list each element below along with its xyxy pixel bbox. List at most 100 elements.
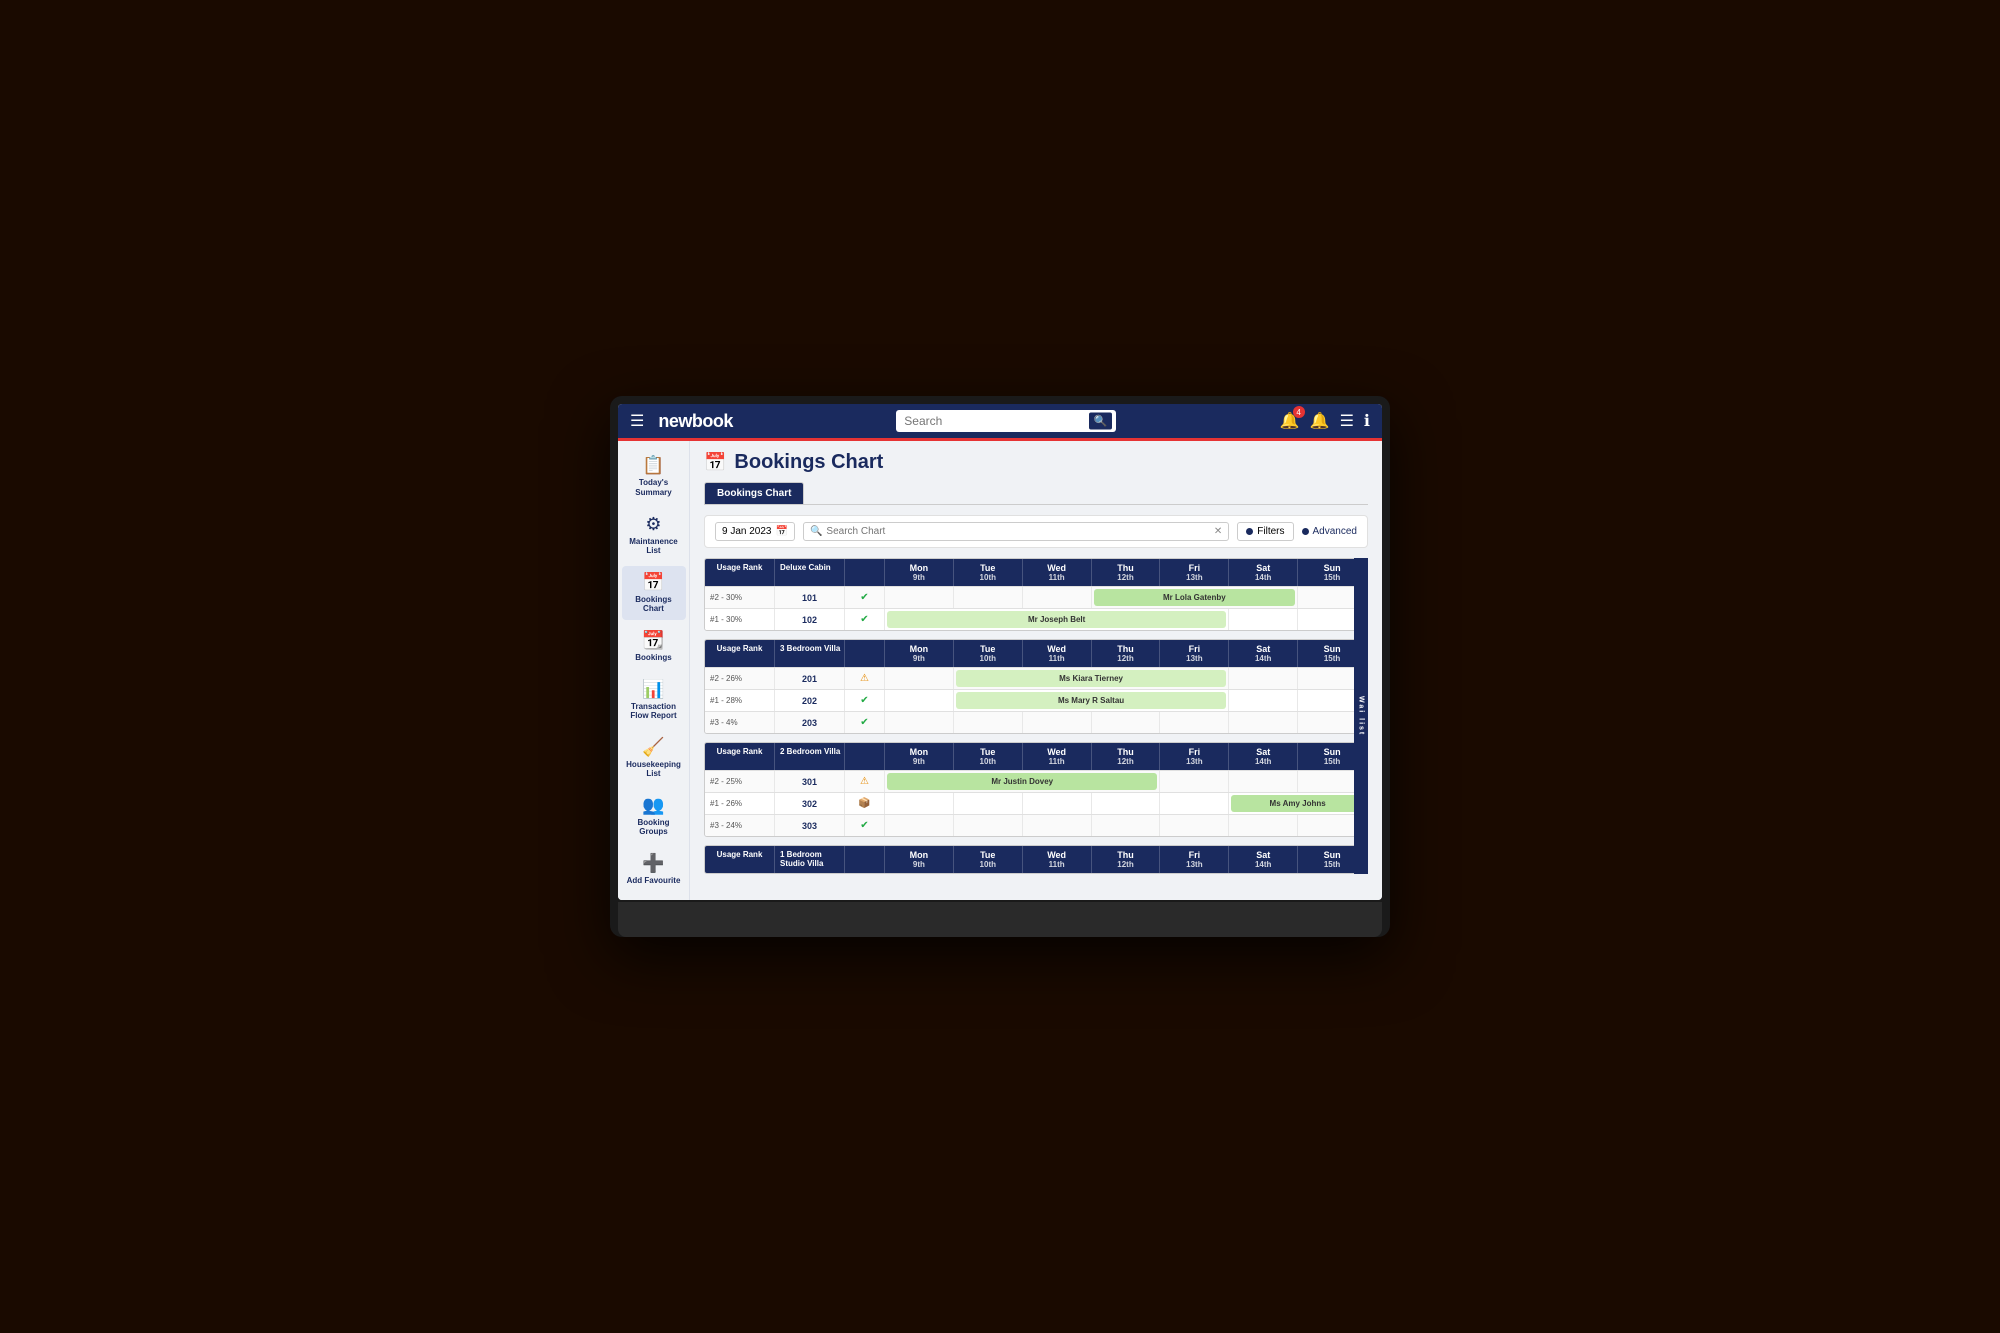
booking-bar[interactable]: Mr Justin Dovey [887,773,1157,790]
sidebar-item-bookings[interactable]: 📆 Bookings [622,624,686,669]
sidebar-item-bookings-chart[interactable]: 📅 Bookings Chart [622,566,686,620]
status-cell: ✔ [845,712,885,733]
booking-bar[interactable]: Ms Amy Johns [1231,795,1364,812]
day-4: Mr Lola Gatenby [1092,587,1299,608]
day-2 [954,712,1023,733]
sidebar-item-todays-summary[interactable]: 📋 Today's Summary [622,449,686,503]
info-icon[interactable]: ℹ [1364,411,1370,431]
sidebar-item-maintenance[interactable]: ⚙ Maintanence List [622,508,686,562]
screen: ☰ newbook 🔍 🔔 4 🔔 ☰ ℹ [618,404,1382,899]
bell-icon[interactable]: 🔔 [1310,411,1330,431]
sidebar-label-bookings: Bookings [635,653,671,663]
nav-search-wrap: 🔍 [743,410,1270,432]
advanced-button[interactable]: Advanced [1302,526,1357,537]
sidebar-item-housekeeping[interactable]: 🧹 Housekeeping List [622,731,686,785]
bookings-icon: 📆 [642,630,664,651]
col-mon: Mon9th [885,640,954,667]
box-icon: 📦 [858,798,870,809]
day-1 [885,690,954,711]
page-header-icon: 📅 [704,452,726,473]
main-layout: 📋 Today's Summary ⚙ Maintanence List 📅 B… [618,441,1382,899]
col-tue: Tue10th [954,559,1023,586]
warning-icon: ⚠ [860,673,869,684]
col-tue: Tue10th [954,640,1023,667]
day-6 [1229,712,1298,733]
app-logo: newbook [658,411,733,432]
laptop-frame: ☰ newbook 🔍 🔔 4 🔔 ☰ ℹ [610,396,1390,936]
clear-search-icon[interactable]: ✕ [1214,526,1222,537]
day-3 [1023,793,1092,814]
col-sat: Sat14th [1229,559,1298,586]
room-cell: 303 [775,815,845,836]
todays-summary-icon: 📋 [642,455,664,476]
sidebar-label-bookings-chart: Bookings Chart [626,595,682,614]
booking-groups-icon: 👥 [642,795,664,816]
day-1 [885,815,954,836]
day-6 [1229,771,1298,792]
page-header: 📅 Bookings Chart [704,451,1368,474]
section-2bed-header: Usage Rank 2 Bedroom Villa Mon9th Tue10t… [705,743,1367,770]
col-thu: Thu12th [1092,640,1161,667]
col-category: 1 Bedroom Studio Villa [775,846,845,873]
nav-search-input[interactable] [896,410,1116,432]
rank-cell: #1 - 28% [705,690,775,711]
tabs-row: Bookings Chart [704,482,1368,505]
status-cell: ✔ [845,815,885,836]
col-category: Deluxe Cabin [775,559,845,586]
sidebar-item-transaction[interactable]: 📊 Transaction Flow Report [622,673,686,727]
controls-row: 9 Jan 2023 📅 🔍 ✕ Filters Advanced [704,515,1368,548]
housekeeping-icon: 🧹 [642,737,664,758]
sidebar: 📋 Today's Summary ⚙ Maintanence List 📅 B… [618,441,690,899]
waitlist-bar[interactable]: Wai list [1354,558,1368,874]
col-status [845,743,885,770]
rank-cell: #3 - 24% [705,815,775,836]
sidebar-item-booking-groups[interactable]: 👥 Booking Groups [622,789,686,843]
room-cell: 203 [775,712,845,733]
rank-cell: #3 - 4% [705,712,775,733]
booking-bar[interactable]: Mr Lola Gatenby [1094,589,1296,606]
keyboard [618,902,1382,937]
rank-cell: #2 - 30% [705,587,775,608]
booking-span: Ms Mary R Saltau [954,690,1229,711]
filters-button[interactable]: Filters [1237,522,1293,541]
col-usage-rank: Usage Rank [705,846,775,873]
check-icon: ✔ [860,592,868,603]
booking-span: Mr Justin Dovey [885,771,1160,792]
table-row: #3 - 4% 203 ✔ [705,711,1367,733]
section-3bed-header: Usage Rank 3 Bedroom Villa Mon9th Tue10t… [705,640,1367,667]
hamburger-icon[interactable]: ☰ [630,411,644,431]
booking-bar[interactable]: Ms Kiara Tierney [956,670,1226,687]
day-6 [1229,668,1298,689]
table-row: #2 - 30% 101 ✔ Mr Lola Gatenby [705,586,1367,608]
table-row: #3 - 24% 303 ✔ [705,814,1367,836]
status-cell: ⚠ [845,771,885,792]
section-1bed-header: Usage Rank 1 Bedroom Studio Villa Mon9th… [705,846,1367,873]
col-wed: Wed11th [1023,640,1092,667]
list-icon[interactable]: ☰ [1340,411,1354,431]
add-favourite-icon: ➕ [642,853,664,874]
date-picker[interactable]: 9 Jan 2023 📅 [715,522,795,541]
booking-span: Ms Amy Johns [1229,793,1367,814]
booking-span: Ms Kiara Tierney [954,668,1229,689]
booking-bar[interactable]: Ms Mary R Saltau [956,692,1226,709]
booking-bar[interactable]: Mr Joseph Belt [887,611,1226,628]
status-cell: ⚠ [845,668,885,689]
check-icon: ✔ [860,614,868,625]
transaction-icon: 📊 [642,679,664,700]
chart-wrap: Usage Rank Deluxe Cabin Mon9th Tue10th W… [704,558,1368,874]
col-fri: Fri13th [1160,846,1229,873]
chart-search-input[interactable] [826,526,1209,537]
nav-search-button[interactable]: 🔍 [1089,413,1113,430]
day-6 [1229,609,1298,630]
calendar-icon[interactable]: 📅 [776,526,788,537]
sidebar-label-todays-summary: Today's Summary [626,478,682,497]
date-value: 9 Jan 2023 [722,526,772,537]
notification-icon[interactable]: 🔔 4 [1280,411,1300,431]
sidebar-item-add-favourite[interactable]: ➕ Add Favourite [622,847,686,892]
col-thu: Thu12th [1092,559,1161,586]
day-6 [1229,690,1298,711]
day-1 [885,587,954,608]
check-icon: ✔ [860,695,868,706]
day-2 [954,587,1023,608]
bookings-chart-tab[interactable]: Bookings Chart [704,482,804,504]
